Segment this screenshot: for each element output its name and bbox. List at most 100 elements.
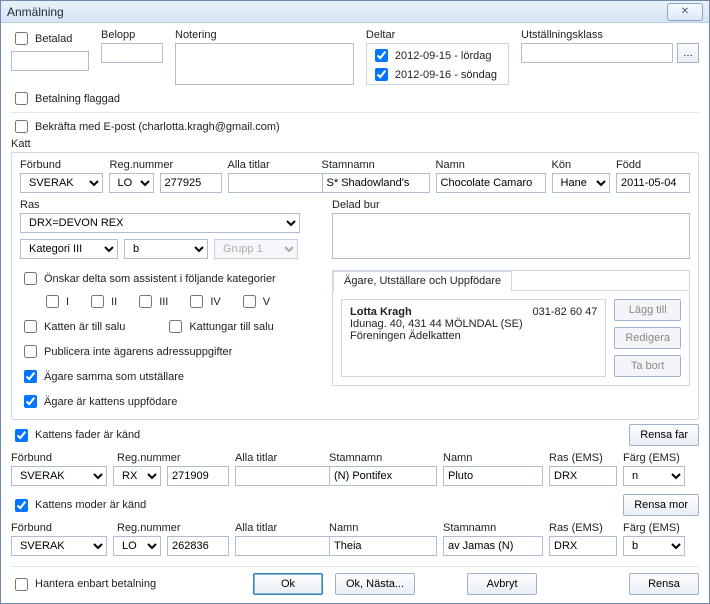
window-title: Anmälning	[7, 5, 667, 19]
father-regnummer-label: Reg.nummer	[117, 452, 229, 464]
father-regnummer-input[interactable]	[167, 466, 229, 486]
bekrafta-epost-checkbox[interactable]	[15, 120, 28, 133]
assist-I-checkbox[interactable]	[46, 295, 59, 308]
mother-forbund-select[interactable]: SVERAK	[11, 536, 107, 556]
deltar-day-1-checkbox[interactable]	[375, 68, 388, 81]
father-farg-label: Färg (EMS)	[623, 452, 685, 464]
rensa-mor-button[interactable]: Rensa mor	[623, 494, 699, 516]
betalning-flaggad-label: Betalning flaggad	[35, 93, 120, 105]
tab-owners[interactable]: Ägare, Utställare och Uppfödare	[333, 271, 512, 291]
mother-alla-titlar-label: Alla titlar	[235, 522, 323, 534]
father-ras-input[interactable]	[549, 466, 617, 486]
katt-alla-titlar-label: Alla titlar	[228, 159, 316, 171]
katt-fodd-input[interactable]	[616, 173, 690, 193]
assist-V-checkbox[interactable]	[243, 295, 256, 308]
hantera-betalning-checkbox[interactable]	[15, 578, 28, 591]
father-forbund-label: Förbund	[11, 452, 107, 464]
father-ras-label: Ras (EMS)	[549, 452, 617, 464]
owner-name: Lotta Kragh	[350, 306, 412, 318]
mother-farg-select[interactable]: b	[623, 536, 685, 556]
mother-known-checkbox[interactable]	[15, 499, 28, 512]
bekrafta-epost-label: Bekräfta med E-post (charlotta.kragh@gma…	[35, 121, 280, 133]
mother-stamnamn-input[interactable]	[443, 536, 543, 556]
betalad-input[interactable]	[11, 51, 89, 71]
katt-forbund-select[interactable]: SVERAK	[20, 173, 103, 193]
agare-samma-label: Ägare samma som utställare	[44, 371, 184, 383]
betalad-label: Betalad	[35, 33, 72, 45]
agare-samma-checkbox[interactable]	[24, 370, 37, 383]
father-forbund-select[interactable]: SVERAK	[11, 466, 107, 486]
owner-address: Idunag. 40, 431 44 MÖLNDAL (SE)	[350, 318, 597, 330]
katt-stamnamn-input[interactable]	[322, 173, 430, 193]
katt-ras-label: Ras	[20, 199, 320, 211]
deltar-label: Deltar	[366, 29, 509, 41]
katt-regnummer-input[interactable]	[160, 173, 222, 193]
mother-forbund-label: Förbund	[11, 522, 107, 534]
assist-checkbox[interactable]	[24, 272, 37, 285]
mother-farg-label: Färg (EMS)	[623, 522, 685, 534]
delad-bur-label: Delad bur	[332, 199, 690, 211]
hantera-betalning-label: Hantera enbart betalning	[35, 578, 156, 590]
till-salu-label: Katten är till salu	[44, 321, 125, 333]
deltar-day-0-checkbox[interactable]	[375, 49, 388, 62]
owner-edit-button: Redigera	[614, 327, 681, 349]
katt-kon-select[interactable]: Hane	[552, 173, 610, 193]
till-salu-checkbox[interactable]	[24, 320, 37, 333]
publicera-checkbox[interactable]	[24, 345, 37, 358]
betalning-flaggad-checkbox[interactable]	[15, 92, 28, 105]
father-namn-label: Namn	[443, 452, 543, 464]
father-stamnamn-input[interactable]	[329, 466, 437, 486]
deltar-day-1-label: 2012-09-16 - söndag	[395, 69, 497, 81]
assist-IV-checkbox[interactable]	[190, 295, 203, 308]
owner-delete-button: Ta bort	[614, 355, 681, 377]
katt-kon-label: Kön	[552, 159, 610, 171]
betalad-checkbox[interactable]	[15, 32, 28, 45]
mother-ras-input[interactable]	[549, 536, 617, 556]
delad-bur-textarea[interactable]	[332, 213, 690, 259]
avbryt-button[interactable]: Avbryt	[467, 573, 537, 595]
utstallningsklass-input[interactable]	[521, 43, 673, 63]
katt-stamnamn-label: Stamnamn	[322, 159, 430, 171]
katt-grupp-select: Grupp 1	[214, 239, 298, 259]
kattungar-till-salu-checkbox[interactable]	[169, 320, 182, 333]
katt-kategori-select[interactable]: Kategori III	[20, 239, 118, 259]
katt-fodd-label: Född	[616, 159, 690, 171]
assist-III-checkbox[interactable]	[139, 295, 152, 308]
mother-namn-input[interactable]	[329, 536, 437, 556]
father-known-label: Kattens fader är känd	[35, 429, 140, 441]
notering-label: Notering	[175, 29, 354, 41]
katt-regnummer-label: Reg.nummer	[110, 159, 222, 171]
katt-regprefix-select[interactable]: LO	[109, 173, 154, 193]
father-farg-select[interactable]: n	[623, 466, 685, 486]
utstallningsklass-browse-button[interactable]: …	[677, 43, 699, 63]
utstallningsklass-label: Utställningsklass	[521, 29, 699, 41]
owner-org: Föreningen Ädelkatten	[350, 330, 597, 342]
belopp-label: Belopp	[101, 29, 163, 41]
agare-uppfodare-checkbox[interactable]	[24, 395, 37, 408]
assist-label: Önskar delta som assistent i följande ka…	[44, 273, 276, 285]
mother-regnummer-input[interactable]	[167, 536, 229, 556]
rensa-far-button[interactable]: Rensa far	[629, 424, 699, 446]
ok-next-button[interactable]: Ok, Nästa...	[335, 573, 415, 595]
father-stamnamn-label: Stamnamn	[329, 452, 437, 464]
father-namn-input[interactable]	[443, 466, 543, 486]
close-icon[interactable]: ✕	[667, 3, 703, 21]
owner-add-button: Lägg till	[614, 299, 681, 321]
ok-button[interactable]: Ok	[253, 573, 323, 595]
father-regprefix-select[interactable]: RX	[113, 466, 161, 486]
agare-uppfodare-label: Ägare är kattens uppfödare	[44, 396, 177, 408]
mother-regprefix-select[interactable]: LO	[113, 536, 161, 556]
katt-legend: Katt	[11, 138, 699, 150]
katt-namn-label: Namn	[436, 159, 546, 171]
father-known-checkbox[interactable]	[15, 429, 28, 442]
rensa-button[interactable]: Rensa	[629, 573, 699, 595]
notering-textarea[interactable]	[175, 43, 354, 85]
katt-farg-select[interactable]: b	[124, 239, 208, 259]
katt-ras-select[interactable]: DRX=DEVON REX	[20, 213, 300, 233]
katt-forbund-label: Förbund	[20, 159, 103, 171]
assist-II-checkbox[interactable]	[91, 295, 104, 308]
mother-namn-label: Namn	[329, 522, 437, 534]
mother-known-label: Kattens moder är känd	[35, 499, 146, 511]
katt-namn-input[interactable]	[436, 173, 546, 193]
belopp-input[interactable]	[101, 43, 163, 63]
